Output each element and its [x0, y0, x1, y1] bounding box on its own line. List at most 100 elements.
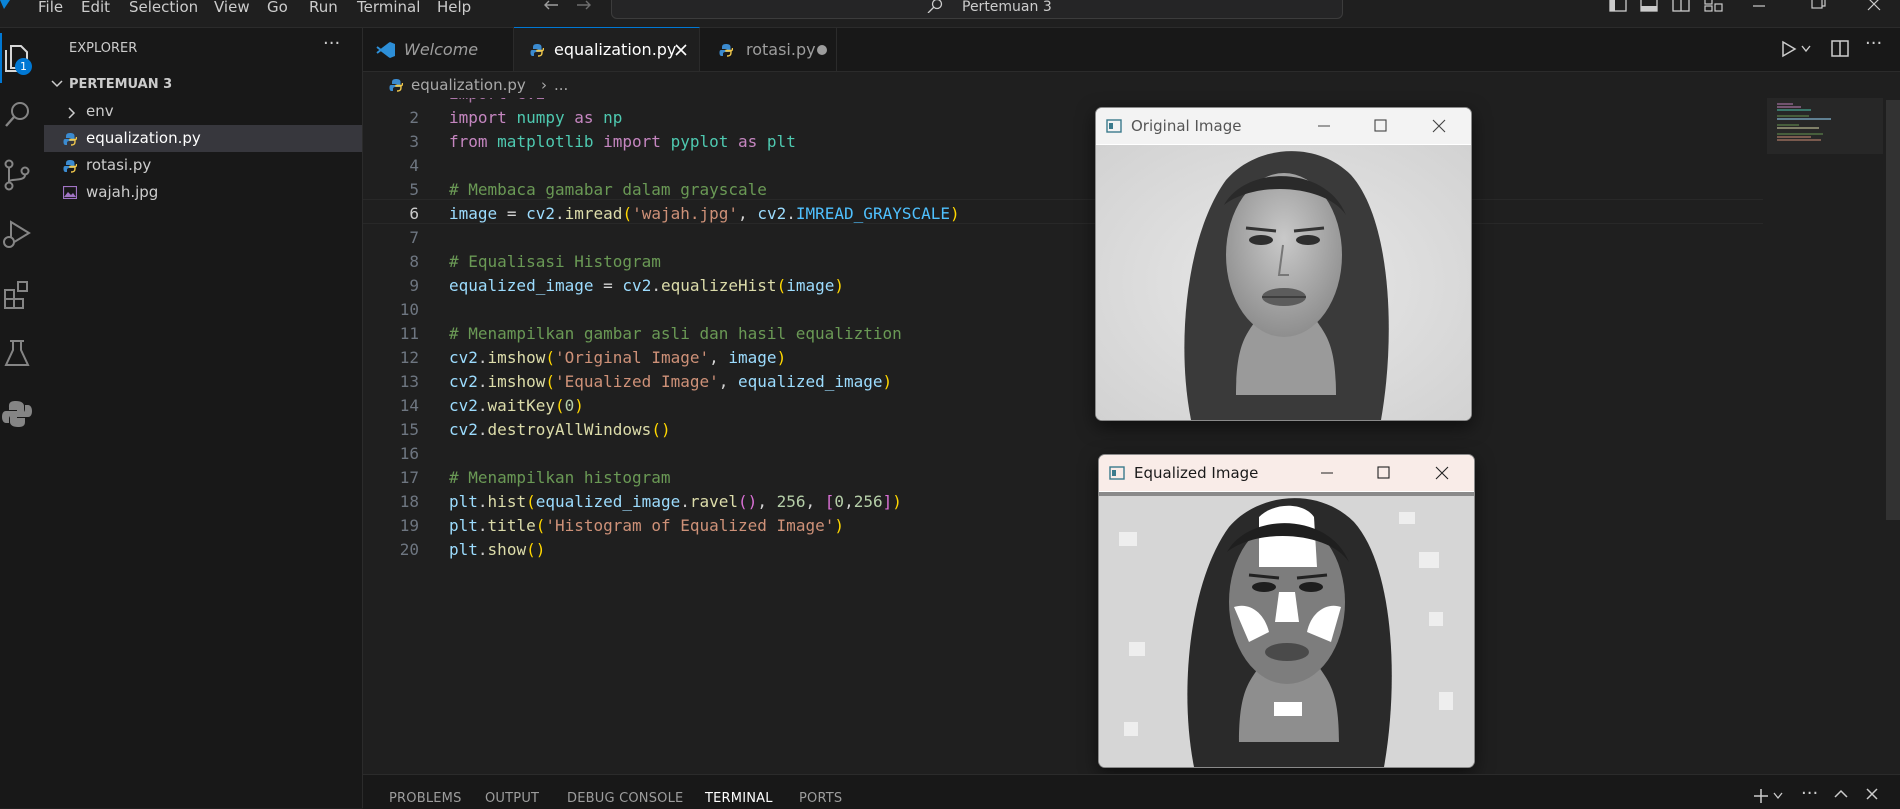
panel-tab-debug-console[interactable]: DEBUG CONSOLE	[567, 791, 683, 806]
close-icon[interactable]	[1435, 466, 1449, 480]
split-editor-icon[interactable]	[1831, 40, 1849, 58]
extensions-icon[interactable]	[3, 278, 33, 310]
minimize-icon[interactable]	[1320, 468, 1334, 478]
equalized-window-titlebar[interactable]: Equalized Image	[1099, 455, 1474, 491]
line-number: 19	[399, 516, 419, 535]
forward-arrow-icon[interactable]	[575, 0, 593, 12]
python-file-icon	[63, 133, 77, 146]
minimize-icon[interactable]	[1751, 0, 1767, 12]
search-view-icon[interactable]	[3, 100, 33, 130]
menu-file[interactable]: File	[38, 0, 63, 15]
minimize-icon[interactable]	[1317, 121, 1331, 131]
folder-header[interactable]: PERTEMUAN 3	[44, 70, 362, 97]
code-line: cv2.imshow('Original Image', image)	[449, 348, 787, 367]
python-icon[interactable]	[1, 398, 33, 430]
code-line: plt.title('Histogram of Equalized Image'…	[449, 516, 844, 535]
tree-item-wajah[interactable]: wajah.jpg	[44, 179, 362, 206]
line-number: 14	[399, 396, 419, 415]
breadcrumb-file[interactable]: equalization.py	[411, 72, 526, 98]
line-number: 8	[409, 252, 419, 271]
source-control-icon[interactable]	[3, 158, 33, 192]
line-number: 10	[399, 300, 419, 319]
python-file-icon	[719, 44, 733, 57]
search-text: Pertemuan 3	[962, 0, 1052, 15]
testing-icon[interactable]	[3, 338, 33, 370]
more-actions-icon[interactable]: ···	[323, 33, 340, 54]
line-number: 20	[399, 540, 419, 559]
restore-icon[interactable]	[1810, 0, 1826, 12]
run-python-file-icon[interactable]	[1781, 40, 1797, 58]
code-line: # Menampilkan gambar asli dan hasil equa…	[449, 324, 902, 343]
menu-view[interactable]: View	[214, 0, 250, 15]
tree-item-env[interactable]: env	[44, 98, 362, 125]
tab-equalization[interactable]: equalization.py	[514, 27, 700, 71]
menu-run[interactable]: Run	[309, 0, 338, 15]
customize-layout-icon[interactable]	[1704, 0, 1724, 13]
portrait-original-image	[1096, 145, 1471, 420]
more-editor-actions-icon[interactable]: ···	[1865, 33, 1882, 54]
menu-selection[interactable]: Selection	[129, 0, 198, 15]
python-file-icon	[63, 160, 77, 173]
new-terminal-icon[interactable]	[1753, 788, 1769, 804]
panel-tab-ports[interactable]: PORTS	[799, 791, 842, 806]
explorer-title: EXPLORER	[69, 41, 138, 56]
minimap	[1777, 103, 1831, 141]
panel-more-icon[interactable]: ···	[1801, 783, 1818, 804]
menu-help[interactable]: Help	[437, 0, 471, 15]
maximize-icon[interactable]	[1374, 119, 1388, 133]
maximize-icon[interactable]	[1377, 466, 1391, 480]
menu-go[interactable]: Go	[267, 0, 288, 15]
minimap-slider[interactable]	[1767, 98, 1883, 154]
tab-label: Welcome	[404, 40, 479, 59]
close-panel-icon[interactable]	[1865, 787, 1879, 801]
maximize-panel-icon[interactable]	[1834, 789, 1848, 799]
line-number: 6	[409, 204, 419, 223]
code-line: image = cv2.imread('wajah.jpg', cv2.IMRE…	[449, 204, 960, 223]
code-line: # Menampilkan histogram	[449, 468, 671, 487]
window-app-icon	[1109, 466, 1125, 480]
tree-item-equalization[interactable]: equalization.py	[44, 125, 362, 152]
line-number: 13	[399, 372, 419, 391]
line-number: 16	[399, 444, 419, 463]
back-arrow-icon[interactable]	[542, 0, 560, 12]
editor-tabs: Welcome equalization.py rotasi.py ···	[363, 27, 1900, 72]
menu-edit[interactable]: Edit	[81, 0, 110, 15]
tree-item-label: env	[86, 102, 114, 120]
line-number: 7	[409, 228, 419, 247]
close-window-icon[interactable]	[1866, 0, 1882, 12]
toggle-primary-sidebar-icon[interactable]	[1609, 0, 1627, 13]
original-window-titlebar[interactable]: Original Image	[1096, 108, 1471, 144]
code-line: plt.hist(equalized_image.ravel(), 256, […	[449, 492, 902, 511]
run-dropdown-icon[interactable]	[1801, 45, 1811, 53]
activity-bar: 1	[0, 28, 45, 808]
toggle-secondary-sidebar-icon[interactable]	[1672, 0, 1690, 13]
menu-terminal[interactable]: Terminal	[357, 0, 420, 15]
panel-tab-terminal[interactable]: TERMINAL	[705, 791, 773, 806]
equalized-image-window[interactable]: Equalized Image	[1098, 454, 1475, 768]
terminal-dropdown-icon[interactable]	[1773, 792, 1783, 800]
tree-item-label: wajah.jpg	[86, 183, 159, 201]
close-icon[interactable]	[1432, 119, 1446, 133]
unsaved-dot-icon[interactable]	[817, 45, 827, 55]
tab-rotasi[interactable]: rotasi.py	[700, 28, 837, 71]
command-center-search[interactable]: Pertemuan 3	[611, 0, 1343, 19]
run-debug-icon[interactable]	[3, 218, 33, 250]
editor-scrollbar[interactable]	[1886, 100, 1900, 520]
tree-item-rotasi[interactable]: rotasi.py	[44, 152, 362, 179]
toggle-panel-icon[interactable]	[1640, 0, 1658, 13]
tab-welcome[interactable]: Welcome	[363, 28, 514, 71]
original-image-window[interactable]: Original Image	[1095, 107, 1472, 421]
tab-label: rotasi.py	[746, 40, 816, 59]
folder-name: PERTEMUAN 3	[69, 77, 173, 92]
close-tab-icon[interactable]	[674, 43, 688, 57]
vscode-icon	[376, 42, 395, 58]
code-line: cv2.waitKey(0)	[449, 396, 584, 415]
line-number: 18	[399, 492, 419, 511]
search-icon	[927, 0, 943, 13]
tab-label: equalization.py	[554, 40, 677, 59]
code-line: from matplotlib import pyplot as plt	[449, 132, 796, 151]
panel-tab-output[interactable]: OUTPUT	[485, 791, 539, 806]
line-number: 15	[399, 420, 419, 439]
breadcrumb-symbols[interactable]: ...	[554, 72, 568, 98]
panel-tab-problems[interactable]: PROBLEMS	[389, 791, 462, 806]
